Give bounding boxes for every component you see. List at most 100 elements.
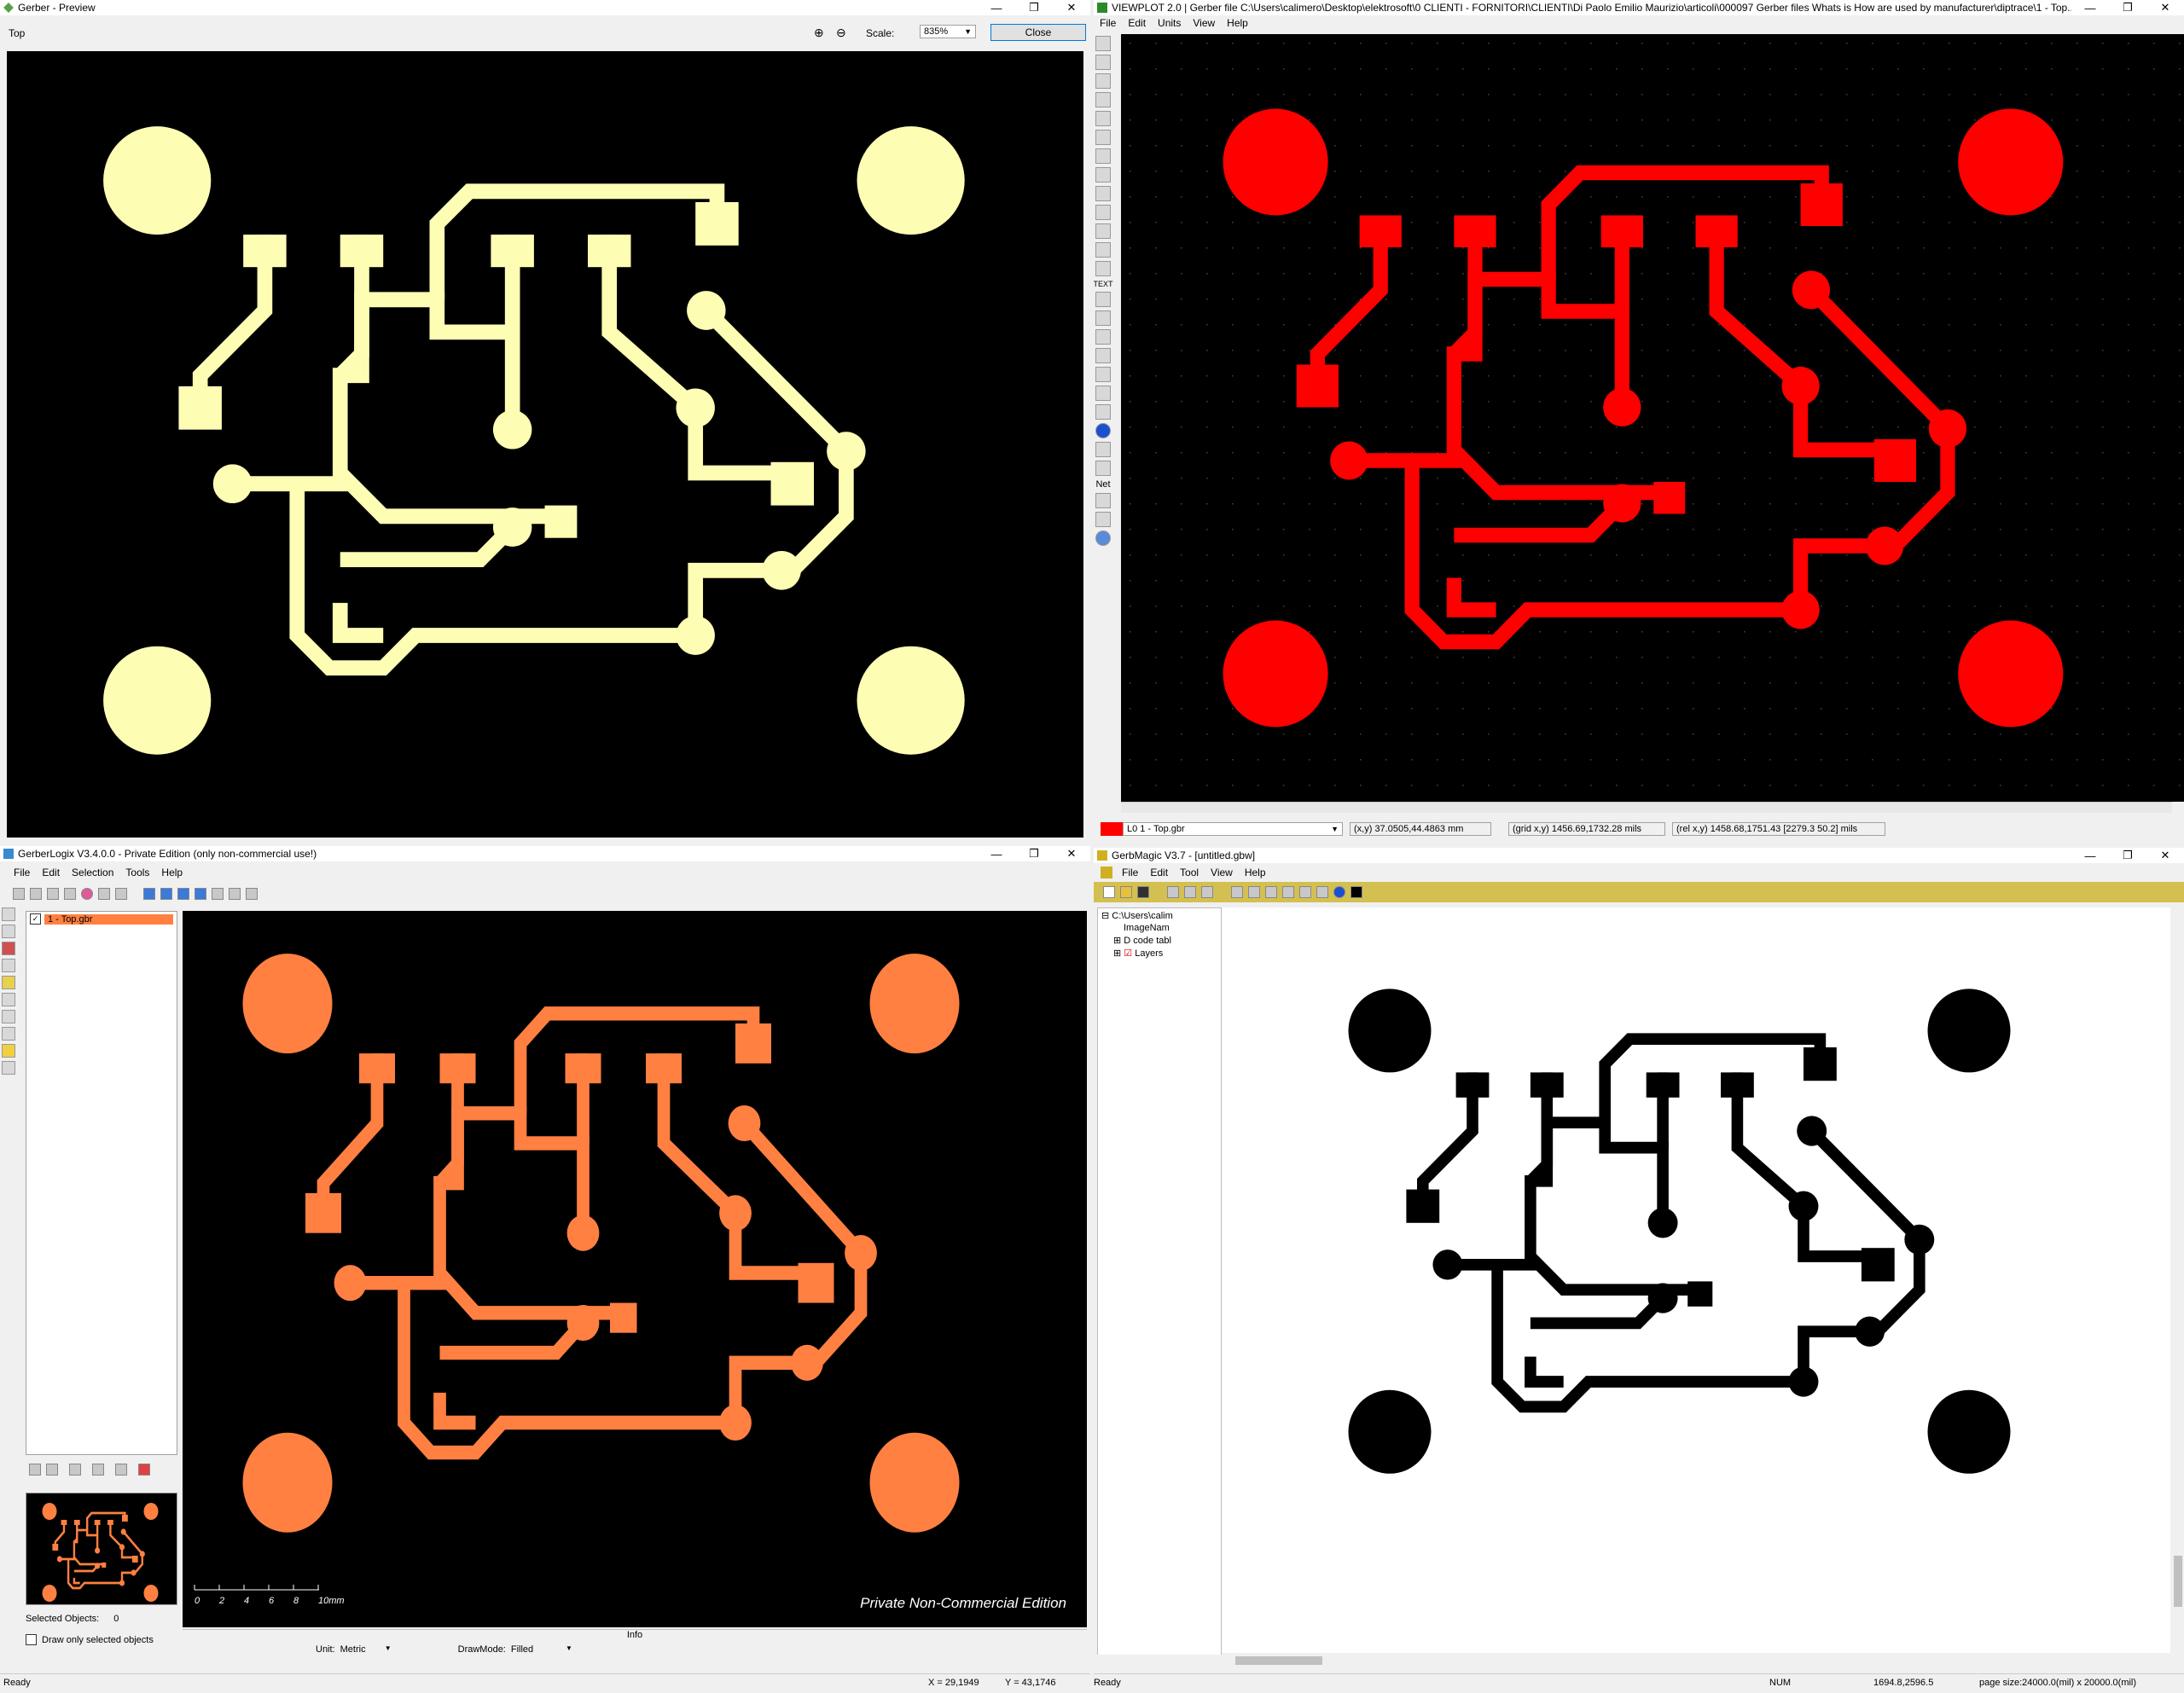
paste-icon[interactable] [1201, 886, 1213, 898]
layer-list-item[interactable]: ✓ 1 - Top.gbr [30, 913, 173, 925]
new-file-icon[interactable] [1103, 886, 1115, 898]
copy-icon[interactable] [1095, 329, 1111, 345]
wire-icon[interactable] [1095, 130, 1111, 145]
globe-icon[interactable] [1095, 531, 1111, 546]
tree-item-dcode[interactable]: ⊞ D code tabl [1113, 935, 1217, 946]
save-icon[interactable] [1095, 73, 1111, 89]
export-icon[interactable] [98, 888, 110, 900]
open-folder-icon[interactable] [1120, 886, 1132, 898]
close-window-button[interactable]: ✕ [2146, 848, 2184, 863]
restore-button[interactable]: ❐ [2109, 848, 2146, 863]
home-icon[interactable] [246, 888, 258, 900]
restore-button[interactable]: ❐ [1015, 0, 1053, 15]
cut-icon[interactable] [1167, 886, 1179, 898]
menu-tool[interactable]: Tool [1180, 867, 1199, 878]
viewplot-canvas[interactable] [1121, 34, 2184, 802]
tree-item-layers[interactable]: ⊞ ☑ Layers [1113, 948, 1217, 959]
net-tool[interactable]: Net [1095, 479, 1110, 490]
close-icon[interactable] [115, 1464, 127, 1476]
ruler-icon[interactable] [1316, 886, 1328, 898]
lines-icon[interactable] [1095, 404, 1111, 420]
menu-file[interactable]: File [1100, 17, 1116, 29]
pointer-icon[interactable] [1299, 886, 1311, 898]
restore-button[interactable]: ❐ [1015, 846, 1053, 861]
color-icon[interactable] [1350, 886, 1362, 898]
close-window-button[interactable]: ✕ [1053, 0, 1090, 15]
hscroll-thumb[interactable] [1235, 1656, 1322, 1665]
polygon-icon[interactable] [1095, 205, 1111, 220]
gerber-preview-canvas[interactable] [7, 51, 1083, 838]
square-filled-icon[interactable] [1095, 167, 1111, 183]
move-down-icon[interactable] [92, 1464, 104, 1476]
redo-icon[interactable] [1095, 310, 1111, 326]
menu-tools[interactable]: Tools [125, 867, 149, 878]
cross-icon[interactable] [1095, 367, 1111, 382]
vscroll-thumb[interactable] [2174, 1556, 2182, 1607]
viewplot-hscroll[interactable] [1121, 802, 2172, 813]
bulb-icon[interactable] [2, 1044, 15, 1058]
camera-icon[interactable] [115, 888, 127, 900]
menu-edit[interactable]: Edit [1128, 17, 1146, 29]
zoom-out-icon[interactable] [229, 888, 241, 900]
minimize-button[interactable]: — [978, 846, 1015, 861]
text-tool[interactable]: TEXT [1094, 280, 1113, 288]
menu-help[interactable]: Help [1227, 17, 1248, 29]
zoom-out-icon[interactable]: ⊖ [836, 26, 850, 39]
select-icon[interactable] [2, 907, 15, 921]
tree-item-imagename[interactable]: ImageNam [1124, 923, 1217, 933]
info-icon[interactable] [1333, 886, 1345, 898]
gerbmagic-vscroll[interactable] [2172, 907, 2184, 1653]
select-area-icon[interactable] [2, 959, 15, 972]
scale-select[interactable]: 835% ▼ [920, 25, 976, 38]
zoom-in-icon[interactable] [1095, 442, 1111, 457]
measure-icon[interactable] [2, 1061, 15, 1075]
zoom-in-icon[interactable]: ⊕ [814, 26, 828, 39]
restore-button[interactable]: ❐ [2109, 0, 2146, 15]
grid-icon[interactable] [1095, 386, 1111, 401]
arrow-up-icon[interactable] [177, 888, 189, 900]
menu-edit[interactable]: Edit [42, 867, 60, 878]
gerbmagic-hscroll[interactable] [1097, 1655, 2169, 1667]
arrow-down-icon[interactable] [195, 888, 206, 900]
gerberlogix-canvas[interactable]: 0 2 4 6 8 10mm Private Non-Commercial Edition [183, 911, 1087, 1627]
print-icon[interactable] [1095, 92, 1111, 107]
menu-units[interactable]: Units [1158, 17, 1181, 29]
draw-only-option[interactable]: Draw only selected objects [26, 1634, 154, 1645]
drawmode-select[interactable]: Filled ▼ [511, 1644, 572, 1655]
pencil-icon[interactable] [1095, 111, 1111, 126]
draw-only-checkbox[interactable] [26, 1634, 37, 1645]
arrow-right-icon[interactable] [160, 888, 172, 900]
close-window-button[interactable]: ✕ [1053, 846, 1090, 861]
zoom-out-icon[interactable] [1095, 461, 1111, 476]
info-icon[interactable] [1095, 423, 1111, 438]
pointer-icon[interactable] [2, 942, 15, 955]
zoom-out-icon[interactable] [1282, 886, 1294, 898]
menu-file[interactable]: File [14, 867, 30, 878]
layer-select[interactable]: L0 1 - Top.gbr ▼ [1123, 822, 1343, 836]
move-up-icon[interactable] [69, 1464, 81, 1476]
ruler-icon[interactable] [2, 1027, 15, 1041]
refresh-icon[interactable] [1095, 512, 1111, 527]
circle-filled-icon[interactable] [1095, 148, 1111, 164]
open-folder-icon[interactable] [1095, 55, 1111, 70]
menu-selection[interactable]: Selection [72, 867, 113, 878]
new-file-icon[interactable] [1095, 36, 1111, 51]
delete-icon[interactable] [138, 1464, 150, 1476]
save-icon[interactable] [1137, 886, 1149, 898]
menu-edit[interactable]: Edit [1150, 867, 1168, 878]
close-window-button[interactable]: ✕ [2146, 0, 2184, 15]
hand-icon[interactable] [2, 925, 15, 938]
star-icon[interactable] [2, 976, 15, 989]
gerbmagic-canvas[interactable] [1222, 907, 2170, 1653]
oval-icon[interactable] [1095, 186, 1111, 201]
undo-icon[interactable] [1095, 292, 1111, 307]
open-folder-icon[interactable] [13, 888, 25, 900]
tree-item-root[interactable]: ⊟ C:\Users\calim [1101, 910, 1217, 921]
delete-icon[interactable] [1095, 348, 1111, 363]
circle-icon[interactable] [1095, 242, 1111, 258]
close-button[interactable]: Close [990, 24, 1086, 41]
net-icon[interactable] [1095, 493, 1111, 508]
menu-view[interactable]: View [1193, 17, 1215, 29]
copy-icon[interactable] [1184, 886, 1196, 898]
check-all-icon[interactable] [29, 1464, 41, 1476]
